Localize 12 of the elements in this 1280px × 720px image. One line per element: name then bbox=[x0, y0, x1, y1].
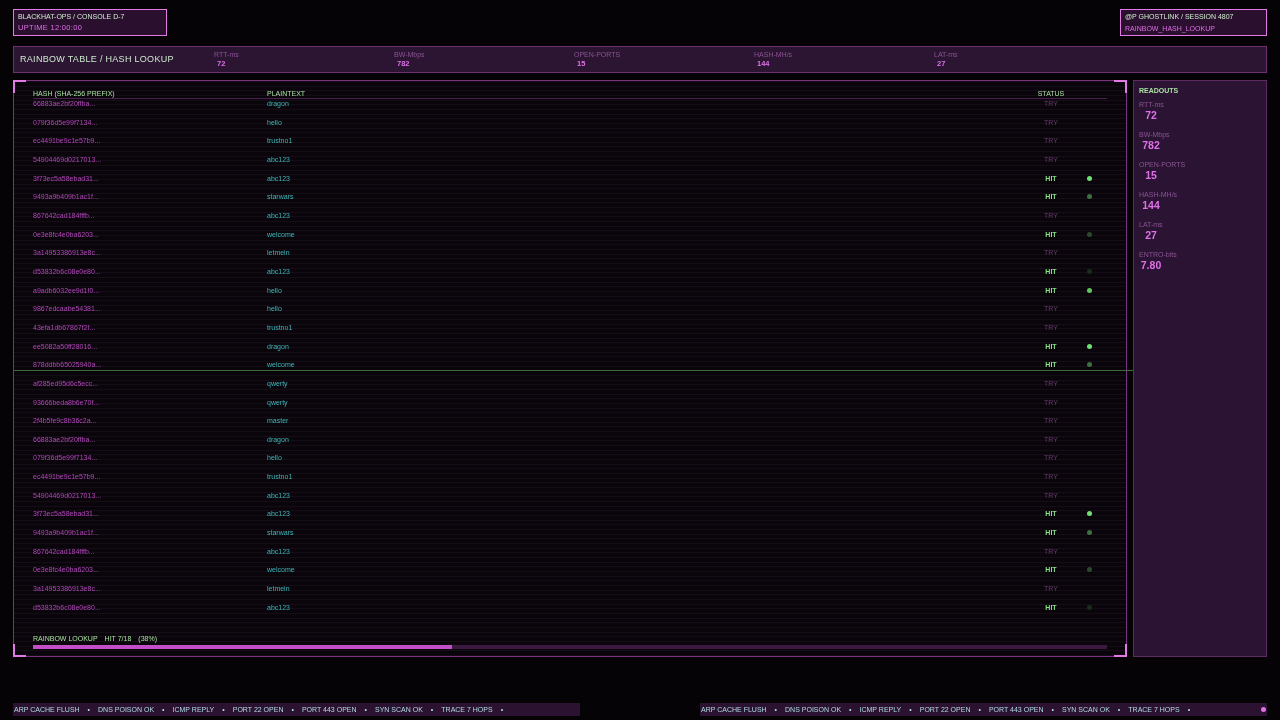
readout-value: 782 bbox=[1142, 139, 1160, 151]
readout-value: 7.80 bbox=[1140, 259, 1162, 271]
readout-value: 72 bbox=[1145, 109, 1157, 121]
corner-bracket-icon bbox=[1114, 80, 1127, 93]
indicator-dot-icon bbox=[1261, 707, 1266, 712]
corner-bracket-icon bbox=[13, 644, 26, 657]
readout-value: 15 bbox=[1145, 169, 1157, 181]
page-title: RAINBOW TABLE / HASH LOOKUP bbox=[20, 54, 174, 65]
readout-value: 27 bbox=[1145, 229, 1157, 241]
readout-value: 144 bbox=[1142, 199, 1160, 211]
corner-bracket-icon bbox=[13, 80, 26, 93]
corner-bracket-icon bbox=[1114, 644, 1127, 657]
